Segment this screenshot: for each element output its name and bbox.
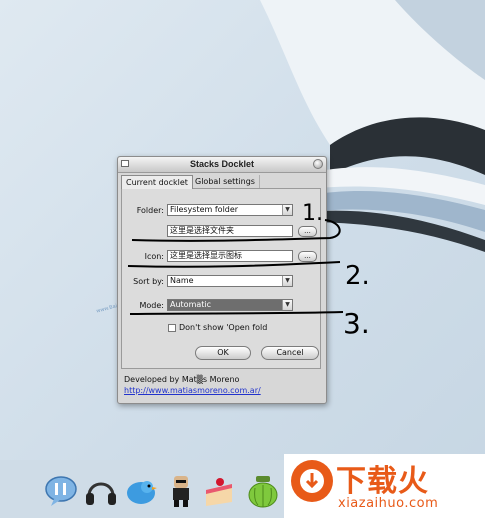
watermark-url: xiazaihuo.com [338, 496, 439, 511]
developer-credit: Developed by Mat▒s Moreno [124, 375, 240, 384]
download-fire-logo-icon [291, 460, 333, 502]
dont-show-label: Don't show 'Open fold [179, 323, 268, 332]
icon-path-field[interactable]: 这里是选择显示图标 [167, 250, 293, 262]
chevron-down-icon: ▼ [282, 276, 292, 286]
sort-by-select[interactable]: Name ▼ [167, 275, 293, 287]
folder-path-field[interactable]: 这里是选择文件夹 [167, 225, 293, 237]
sort-by-value: Name [170, 276, 194, 285]
folder-label: Folder: [136, 206, 164, 215]
folder-type-value: Filesystem folder [170, 205, 239, 214]
cake-icon[interactable] [202, 474, 236, 508]
tab-current-docklet[interactable]: Current docklet [121, 175, 193, 189]
twitter-bird-icon[interactable] [124, 474, 158, 508]
tab-global-settings[interactable]: Global settings [190, 175, 260, 189]
mode-value: Automatic [170, 300, 212, 309]
robot-figure-icon[interactable] [164, 474, 198, 508]
chevron-down-icon: ▼ [282, 205, 292, 215]
headphones-icon[interactable] [84, 474, 118, 508]
green-jar-icon[interactable] [246, 474, 280, 508]
watermark-title: 下载火 [336, 464, 429, 499]
chat-bubble-icon[interactable] [44, 474, 78, 508]
cancel-button[interactable]: Cancel [261, 346, 319, 360]
folder-type-select[interactable]: Filesystem folder ▼ [167, 204, 293, 216]
ok-button[interactable]: OK [195, 346, 251, 360]
title-bar[interactable]: Stacks Docklet [118, 157, 326, 173]
mode-select[interactable]: Automatic ▼ [167, 299, 293, 311]
close-button[interactable] [313, 159, 323, 169]
dont-show-checkbox[interactable] [168, 324, 176, 332]
dialog-title: Stacks Docklet [189, 159, 255, 169]
folder-browse-button[interactable]: ... [298, 226, 317, 237]
settings-panel: Folder: Filesystem folder ▼ 这里是选择文件夹 ...… [121, 188, 321, 369]
developer-url-link[interactable]: http://www.matiasmoreno.com.ar/ [124, 386, 261, 395]
icon-label: Icon: [144, 252, 164, 261]
stacks-docklet-dialog: Stacks Docklet Current docklet Global se… [117, 156, 327, 404]
sort-by-label: Sort by: [133, 277, 164, 286]
chevron-down-icon: ▼ [282, 300, 292, 310]
mode-label: Mode: [139, 301, 165, 310]
icon-browse-button[interactable]: ... [298, 251, 317, 262]
